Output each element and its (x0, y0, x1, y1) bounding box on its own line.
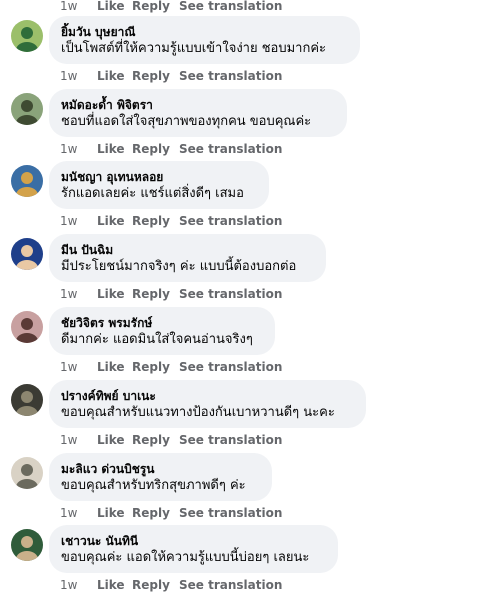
avatar[interactable] (11, 457, 43, 489)
avatar[interactable] (11, 165, 43, 197)
reply-link[interactable]: Reply (132, 360, 179, 374)
comment-time[interactable]: 1w (60, 287, 97, 301)
comment: มะลิแว ด่วนบิชรูน ขอบคุณสำหรับทริกสุขภาพด… (0, 453, 502, 529)
comment-text: ขอบคุณสำหรับแนวทางป้องกันเบาหวานดีๆ นะคะ (61, 405, 335, 420)
comment-actions: 1w Like Reply See translation (60, 0, 282, 13)
like-link[interactable]: Like (97, 360, 132, 374)
avatar[interactable] (11, 529, 43, 561)
comment-text: ขอบคุณสำหรับทริกสุขภาพดีๆ ค่ะ (61, 478, 246, 493)
reply-link[interactable]: Reply (132, 578, 179, 592)
comment-bubble: ยิ้มวัน บุษยาณี เป็นโพสต์ที่ให้ความรู้แบบ… (49, 16, 360, 64)
top-comment-actions: 1w Like Reply See translation (60, 0, 282, 14)
comment: เชาวนะ นันทินี ขอบคุณค่ะ แอดให้ความรู้แบบ… (0, 525, 502, 601)
comment-text: ดีมากค่ะ แอดมินใส่ใจคนอ่านจริงๆ (61, 332, 253, 347)
comment-actions: 1w Like Reply See translation (60, 432, 282, 448)
comment-time[interactable]: 1w (60, 142, 97, 156)
comment: ยิ้มวัน บุษยาณี เป็นโพสต์ที่ให้ความรู้แบบ… (0, 16, 502, 92)
comment-actions: 1w Like Reply See translation (60, 141, 282, 157)
comment-time[interactable]: 1w (60, 360, 97, 374)
comment-bubble: ปรางค์ทิพย์ บาเนะ ขอบคุณสำหรับแนวทางป้องก… (49, 380, 366, 428)
like-link[interactable]: Like (97, 433, 132, 447)
comment-text: ชอบที่แอดใส่ใจสุขภาพของทุกคน ขอบคุณค่ะ (61, 114, 312, 129)
commenter-name[interactable]: ปรางค์ทิพย์ บาเนะ (61, 388, 354, 404)
comment-text: มีประโยชน์มากจริงๆ ค่ะ แบบนี้ต้องบอกต่อ (61, 259, 297, 274)
commenter-name[interactable]: หมัดอะด้ำ พิจิตรา (61, 97, 335, 113)
see-translation-link[interactable]: See translation (179, 360, 282, 374)
avatar[interactable] (11, 311, 43, 343)
reply-link[interactable]: Reply (132, 69, 179, 83)
see-translation-link[interactable]: See translation (179, 142, 282, 156)
see-translation-link[interactable]: See translation (179, 0, 282, 13)
commenter-name[interactable]: เชาวนะ นันทินี (61, 533, 326, 549)
comment-actions: 1w Like Reply See translation (60, 213, 282, 229)
see-translation-link[interactable]: See translation (179, 287, 282, 301)
like-link[interactable]: Like (97, 506, 132, 520)
reply-link[interactable]: Reply (132, 433, 179, 447)
comment: หมัดอะด้ำ พิจิตรา ชอบที่แอดใส่ใจสุขภาพของ… (0, 89, 502, 165)
comment-bubble: มีน ปันฉิม มีประโยชน์มากจริงๆ ค่ะ แบบนี้ต… (49, 234, 326, 282)
comment-time[interactable]: 1w (60, 214, 97, 228)
see-translation-link[interactable]: See translation (179, 433, 282, 447)
comment-bubble: มะลิแว ด่วนบิชรูน ขอบคุณสำหรับทริกสุขภาพด… (49, 453, 272, 501)
commenter-name[interactable]: ชัยวิจิตร พรมรักษ์ (61, 315, 263, 331)
comment-bubble: ชัยวิจิตร พรมรักษ์ ดีมากค่ะ แอดมินใส่ใจคน… (49, 307, 275, 355)
comment-actions: 1w Like Reply See translation (60, 577, 282, 593)
comment-time[interactable]: 1w (60, 0, 97, 13)
avatar[interactable] (11, 20, 43, 52)
comment-bubble: มนัชญา อุเทนหลอย รักแอดเลยค่ะ แชร์แต่สิ่ง… (49, 161, 269, 209)
reply-link[interactable]: Reply (132, 214, 179, 228)
comment-time[interactable]: 1w (60, 506, 97, 520)
comment-time[interactable]: 1w (60, 433, 97, 447)
comment: มนัชญา อุเทนหลอย รักแอดเลยค่ะ แชร์แต่สิ่ง… (0, 161, 502, 237)
avatar[interactable] (11, 238, 43, 270)
reply-link[interactable]: Reply (132, 287, 179, 301)
like-link[interactable]: Like (97, 0, 132, 13)
comment-text: เป็นโพสต์ที่ให้ความรู้แบบเข้าใจง่าย ชอบม… (61, 41, 327, 56)
see-translation-link[interactable]: See translation (179, 506, 282, 520)
comment-time[interactable]: 1w (60, 69, 97, 83)
avatar[interactable] (11, 93, 43, 125)
like-link[interactable]: Like (97, 69, 132, 83)
reply-link[interactable]: Reply (132, 142, 179, 156)
comment-actions: 1w Like Reply See translation (60, 68, 282, 84)
commenter-name[interactable]: มะลิแว ด่วนบิชรูน (61, 461, 260, 477)
like-link[interactable]: Like (97, 287, 132, 301)
comment-text: รักแอดเลยค่ะ แชร์แต่สิ่งดีๆ เสมอ (61, 186, 244, 201)
comment-bubble: เชาวนะ นันทินี ขอบคุณค่ะ แอดให้ความรู้แบบ… (49, 525, 338, 573)
commenter-name[interactable]: ยิ้มวัน บุษยาณี (61, 24, 348, 40)
comment-text: ขอบคุณค่ะ แอดให้ความรู้แบบนี้บ่อยๆ เลยนะ (61, 550, 310, 565)
comment-actions: 1w Like Reply See translation (60, 359, 282, 375)
see-translation-link[interactable]: See translation (179, 214, 282, 228)
like-link[interactable]: Like (97, 214, 132, 228)
reply-link[interactable]: Reply (132, 506, 179, 520)
comment: มีน ปันฉิม มีประโยชน์มากจริงๆ ค่ะ แบบนี้ต… (0, 234, 502, 310)
comment-actions: 1w Like Reply See translation (60, 286, 282, 302)
see-translation-link[interactable]: See translation (179, 578, 282, 592)
comment: ชัยวิจิตร พรมรักษ์ ดีมากค่ะ แอดมินใส่ใจคน… (0, 307, 502, 383)
reply-link[interactable]: Reply (132, 0, 179, 13)
avatar[interactable] (11, 384, 43, 416)
like-link[interactable]: Like (97, 578, 132, 592)
comment-actions: 1w Like Reply See translation (60, 505, 282, 521)
see-translation-link[interactable]: See translation (179, 69, 282, 83)
like-link[interactable]: Like (97, 142, 132, 156)
comment-bubble: หมัดอะด้ำ พิจิตรา ชอบที่แอดใส่ใจสุขภาพของ… (49, 89, 347, 137)
comment-time[interactable]: 1w (60, 578, 97, 592)
commenter-name[interactable]: มนัชญา อุเทนหลอย (61, 169, 257, 185)
comment: ปรางค์ทิพย์ บาเนะ ขอบคุณสำหรับแนวทางป้องก… (0, 380, 502, 456)
commenter-name[interactable]: มีน ปันฉิม (61, 242, 314, 258)
